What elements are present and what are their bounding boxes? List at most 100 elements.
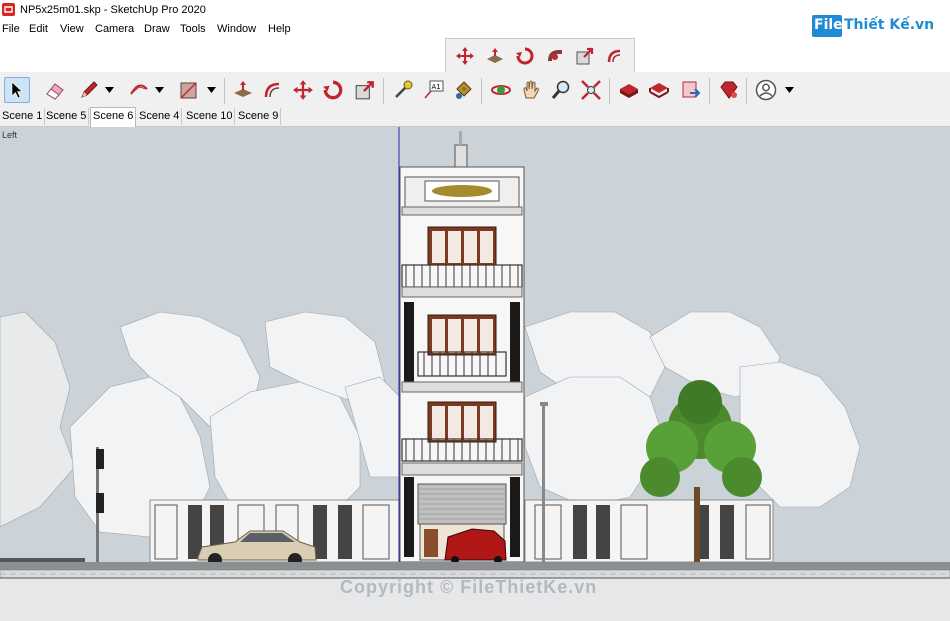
paint-bucket-icon — [456, 81, 472, 99]
scene-tabs: Scene 1 Scene 5 Scene 6 Scene 4 Scene 10… — [0, 107, 950, 127]
arc-icon — [130, 84, 148, 95]
tab-scene-10[interactable]: Scene 10 — [184, 108, 236, 125]
townhouse-facade — [399, 131, 525, 563]
paint-bucket-button[interactable] — [450, 77, 476, 103]
tab-scene-9[interactable]: Scene 9 — [236, 108, 282, 125]
menu-file[interactable]: File — [2, 23, 20, 35]
tab-scene-4[interactable]: Scene 4 — [137, 108, 183, 125]
ruby-icon — [720, 81, 738, 99]
menu-bar: File Edit View Camera Draw Tools Window … — [0, 20, 950, 38]
sketchup-logo-icon — [2, 3, 15, 16]
menu-tools[interactable]: Tools — [180, 23, 206, 35]
zoom-extents-button[interactable] — [578, 77, 604, 103]
send-to-layout-icon — [682, 81, 701, 98]
scene-drawing — [0, 127, 950, 621]
send-to-layout-button[interactable] — [678, 77, 704, 103]
select-icon — [11, 81, 23, 99]
zoom-icon — [551, 80, 570, 99]
warehouse-icon — [620, 84, 638, 98]
menu-draw[interactable]: Draw — [144, 23, 170, 35]
follow-me-icon — [548, 50, 562, 61]
toolbar-separator — [709, 78, 710, 104]
traffic-light — [96, 447, 104, 562]
chevron-down-icon — [154, 87, 164, 93]
window-title: NP5x25m01.skp - SketchUp Pro 2020 — [20, 4, 206, 16]
pencil-icon — [81, 81, 98, 98]
tab-scene-6[interactable]: Scene 6 — [90, 107, 137, 127]
floating-toolbar — [445, 38, 635, 74]
move-icon — [456, 47, 474, 65]
brand-logo-text: File — [814, 17, 843, 33]
pencil-dropdown[interactable] — [104, 77, 114, 103]
pan-icon — [523, 80, 539, 99]
scale-icon — [576, 47, 594, 65]
move-button[interactable] — [290, 77, 316, 103]
rotate-icon — [323, 80, 343, 100]
rotate-icon — [516, 47, 534, 65]
offset-button[interactable] — [260, 77, 286, 103]
extension-warehouse-icon — [649, 83, 669, 99]
account-button[interactable] — [753, 77, 779, 103]
chevron-down-icon — [104, 87, 114, 93]
offset-icon — [607, 49, 621, 63]
toolbar-separator — [481, 78, 482, 104]
extension-warehouse-button[interactable] — [646, 77, 672, 103]
rotate-button[interactable] — [512, 43, 538, 69]
push-pull-button[interactable] — [230, 77, 256, 103]
rectangle-dropdown[interactable] — [206, 77, 216, 103]
offset-icon — [264, 82, 280, 98]
title-bar: NP5x25m01.skp - SketchUp Pro 2020 — [0, 0, 950, 20]
brand-name: Thiết Kế.vn — [844, 17, 935, 33]
pan-button[interactable] — [518, 77, 544, 103]
chevron-down-icon — [206, 87, 216, 93]
ruby-console-button[interactable] — [716, 77, 742, 103]
model-viewport[interactable]: Left Copyright © FileThietKe.vn — [0, 127, 950, 621]
push-pull-icon — [487, 48, 503, 63]
select-button[interactable] — [4, 77, 30, 103]
eraser-icon — [46, 83, 64, 100]
tab-scene-1[interactable]: Scene 1 — [0, 108, 46, 125]
push-pull-icon — [234, 81, 252, 97]
tape-measure-button[interactable] — [390, 77, 416, 103]
menu-edit[interactable]: Edit — [29, 23, 48, 35]
text-label-button[interactable]: A1 — [420, 77, 446, 103]
scale-button[interactable] — [352, 77, 378, 103]
arc-button[interactable] — [126, 77, 152, 103]
tab-scene-5[interactable]: Scene 5 — [44, 108, 90, 125]
move-icon — [293, 80, 313, 100]
arc-dropdown[interactable] — [154, 77, 164, 103]
tape-measure-icon — [395, 80, 413, 98]
scale-button[interactable] — [572, 43, 598, 69]
toolbar-separator — [746, 78, 747, 104]
zoom-extents-icon — [581, 80, 601, 100]
main-toolbar: A1 — [0, 72, 950, 109]
sidewalk-curb — [0, 562, 950, 570]
toolbar-separator — [383, 78, 384, 104]
account-icon — [755, 79, 777, 101]
toolbar-separator — [609, 78, 610, 104]
offset-button[interactable] — [602, 43, 628, 69]
menu-view[interactable]: View — [60, 23, 84, 35]
pencil-button[interactable] — [76, 77, 102, 103]
follow-me-button[interactable] — [542, 43, 568, 69]
toolbar-separator — [224, 78, 225, 104]
text-label-icon: A1 — [424, 80, 444, 99]
zoom-button[interactable] — [548, 77, 574, 103]
push-pull-button[interactable] — [482, 43, 508, 69]
rotate-button[interactable] — [320, 77, 346, 103]
chevron-down-icon — [784, 87, 794, 93]
menu-help[interactable]: Help — [268, 23, 291, 35]
orbit-icon — [491, 85, 511, 95]
brand-logo-box: File — [812, 15, 843, 37]
menu-camera[interactable]: Camera — [95, 23, 134, 35]
orbit-button[interactable] — [488, 77, 514, 103]
account-dropdown[interactable] — [784, 77, 794, 103]
copyright-watermark: Copyright © FileThietKe.vn — [340, 577, 598, 597]
move-button[interactable] — [452, 43, 478, 69]
warehouse-button[interactable] — [616, 77, 642, 103]
eraser-button[interactable] — [42, 77, 68, 103]
svg-text:A1: A1 — [432, 83, 441, 91]
rectangle-icon — [180, 82, 197, 99]
rectangle-button[interactable] — [176, 77, 202, 103]
menu-window[interactable]: Window — [217, 23, 256, 35]
